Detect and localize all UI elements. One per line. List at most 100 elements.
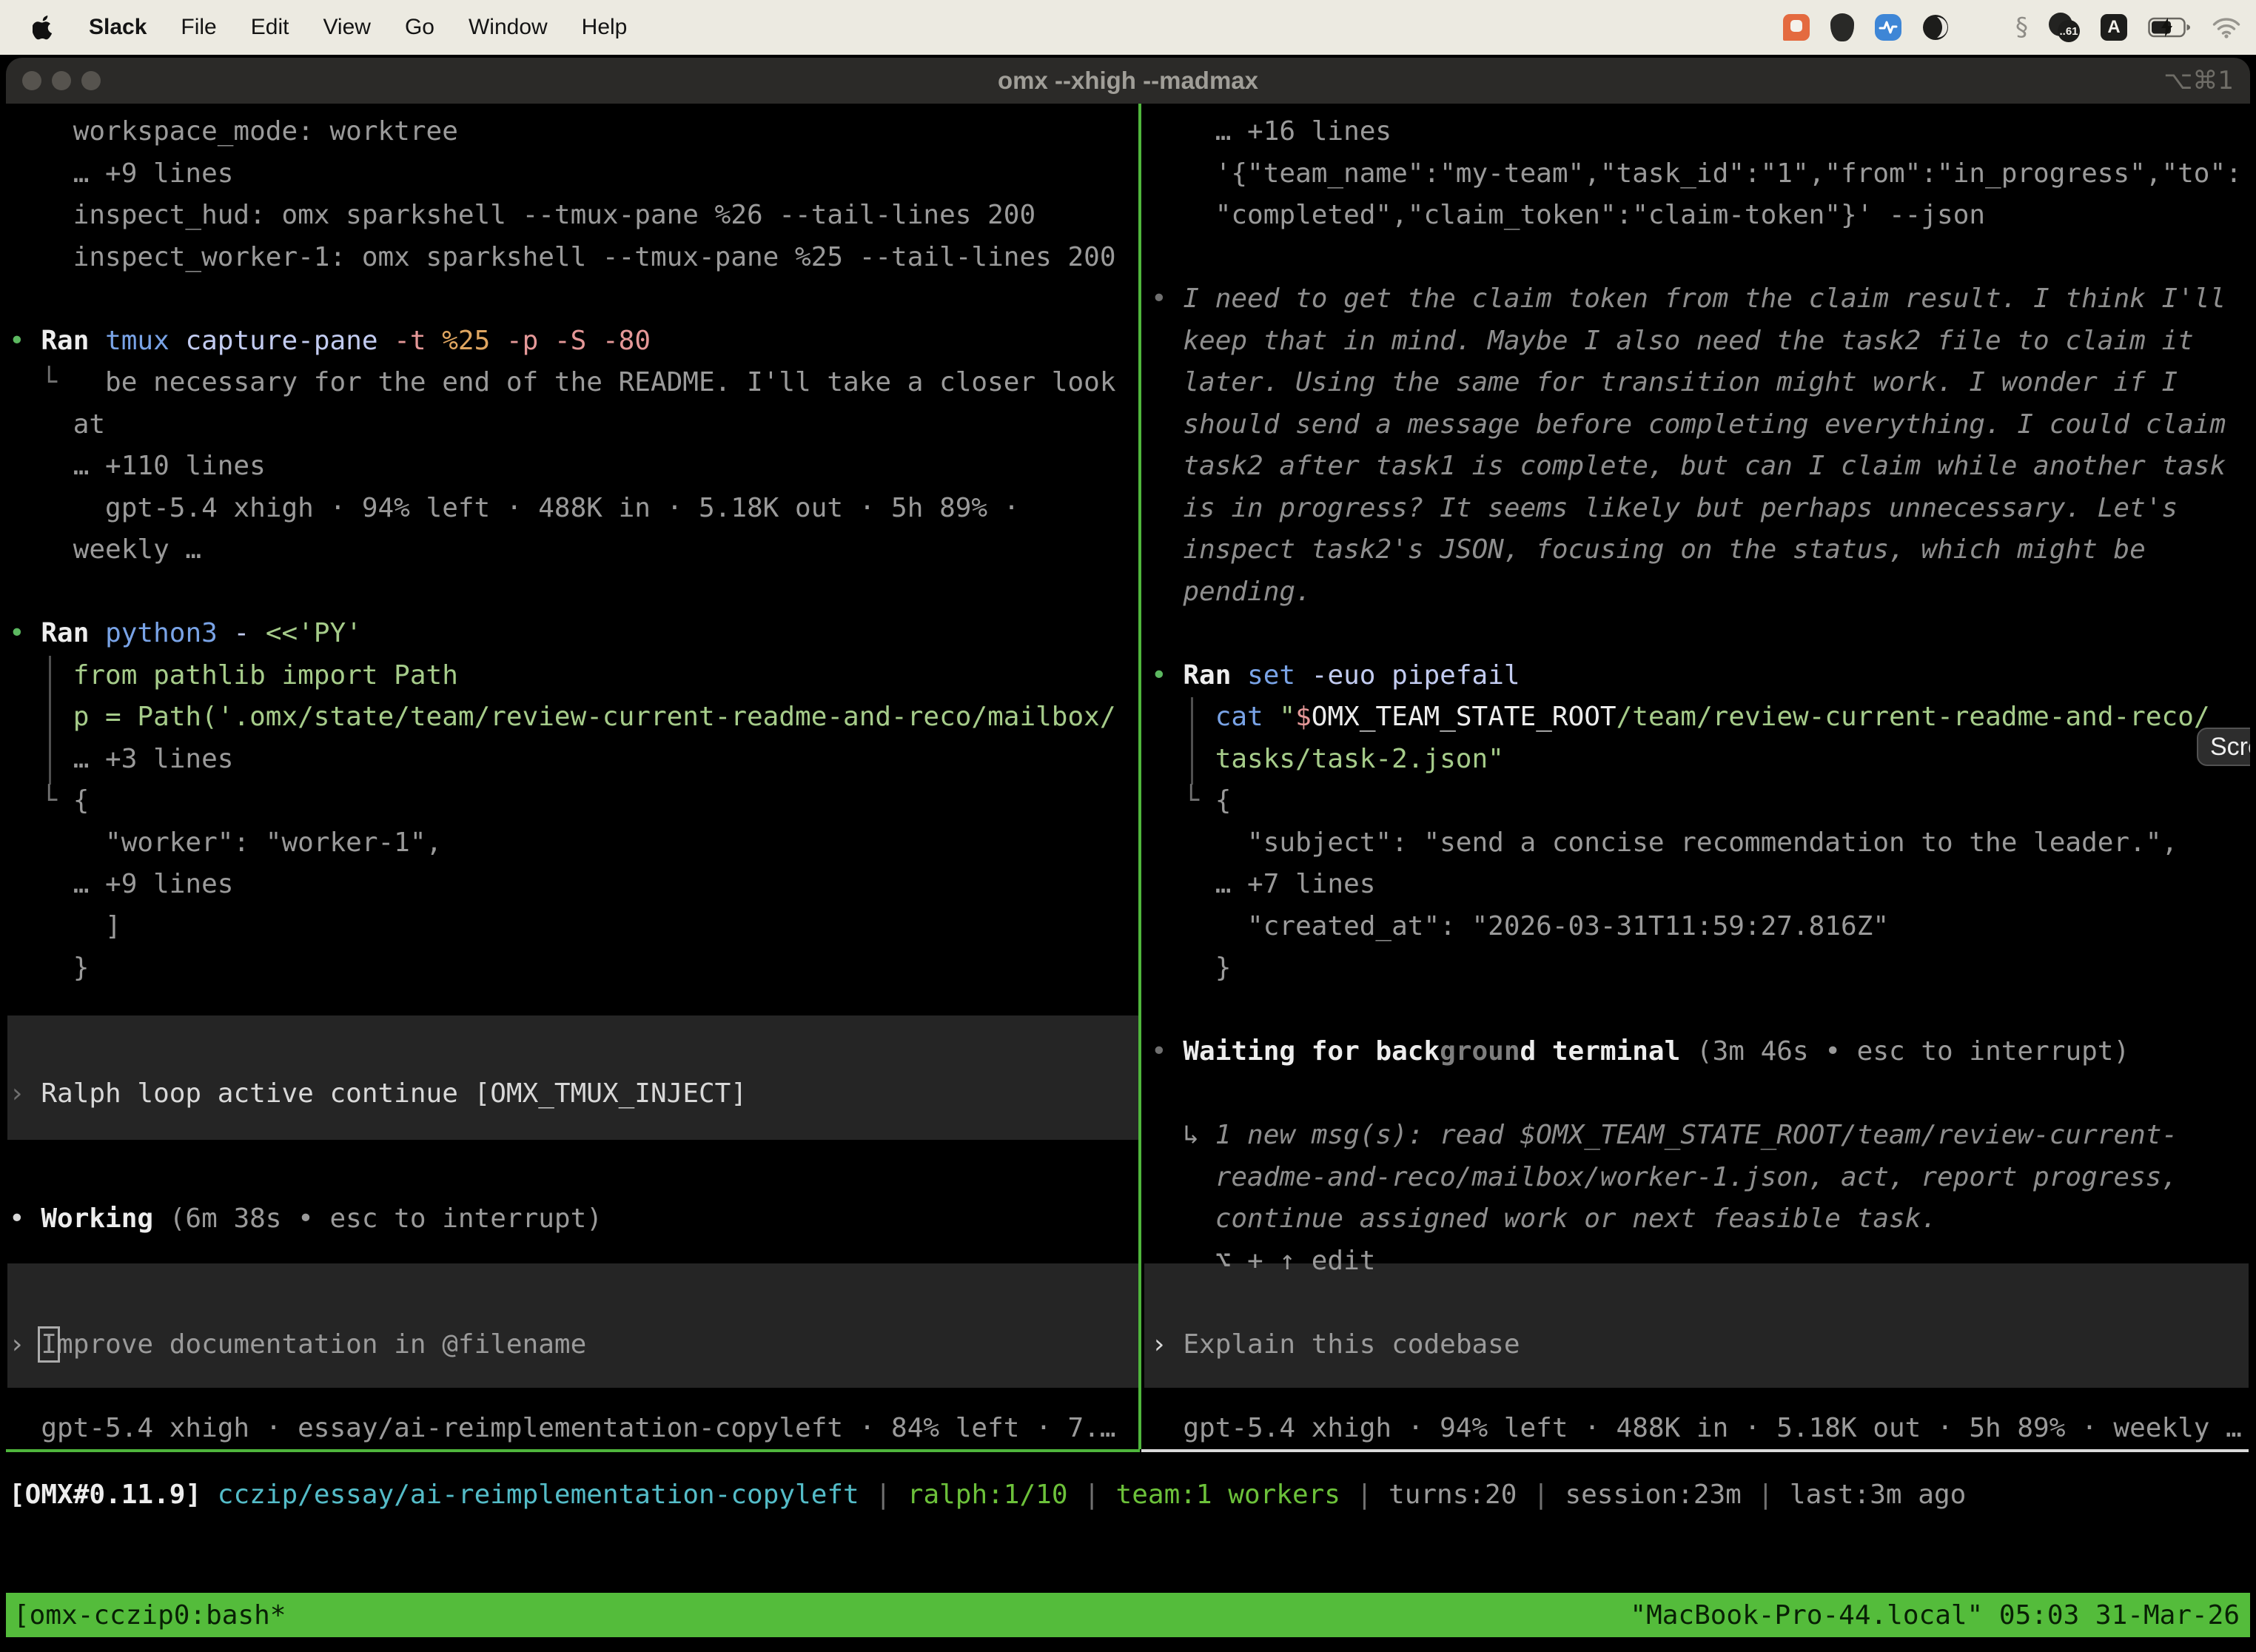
terminal-row: is in progress? It seems likely but perh…	[1151, 488, 2242, 530]
terminal-row: … +110 lines	[9, 446, 1116, 488]
menu-item-go[interactable]: Go	[405, 15, 434, 40]
pane-border-bottom-right	[1141, 1449, 2249, 1452]
terminal-row: • Ran tmux capture-pane -t %25 -p -S -80	[9, 320, 1116, 363]
terminal-row: keep that in mind. Maybe I also need the…	[1151, 320, 2242, 363]
terminal-row: gpt-5.4 xhigh · 94% left · 488K in · 5.1…	[9, 488, 1116, 530]
terminal-row: └ {	[1151, 780, 2242, 822]
menu-item-help[interactable]: Help	[582, 15, 628, 40]
badge-61-icon[interactable]: ..61	[2049, 13, 2080, 42]
terminal-row	[1151, 237, 2242, 279]
terminal-row: › Explain this codebase	[1151, 1324, 2242, 1366]
menu-item-file[interactable]: File	[181, 15, 216, 40]
terminal-row: cat "$OMX_TEAM_STATE_ROOT/team/review-cu…	[1151, 696, 2242, 739]
pane-divider[interactable]	[1138, 104, 1141, 1449]
terminal-row: }	[1151, 947, 2242, 990]
screen-share-overlay[interactable]: Scre	[2197, 728, 2250, 766]
keyboard-input-label: A	[2107, 17, 2120, 38]
terminal-row: task2 after task1 is complete, but can I…	[1151, 446, 2242, 488]
screen: Slack File Edit View Go Window Help § ..61	[0, 0, 2256, 1652]
menu-bar: Slack File Edit View Go Window Help § ..61	[0, 0, 2256, 55]
terminal-row: should send a message before completing …	[1151, 404, 2242, 446]
title-bar: omx --xhigh --madmax ⌥⌘1	[6, 58, 2250, 104]
terminal-row: p = Path('.omx/state/team/review-current…	[9, 696, 1116, 739]
terminal-row: ↳ 1 new msg(s): read $OMX_TEAM_STATE_ROO…	[1151, 1115, 2242, 1157]
terminal-row: pending.	[1151, 571, 2242, 614]
keyboard-input-icon[interactable]: A	[2101, 14, 2127, 41]
terminal-content: workspace_mode: worktree … +9 lines insp…	[6, 104, 2250, 1652]
pulse-app-icon[interactable]	[1875, 14, 1901, 41]
tmux-status-bar[interactable]: [omx-cczip0:bash* "MacBook-Pro-44.local"…	[6, 1593, 2250, 1637]
pane-border-bottom-left	[6, 1449, 1140, 1452]
terminal-row	[9, 1366, 1116, 1408]
terminal-row: └ {	[9, 780, 1116, 822]
terminal-row: gpt-5.4 xhigh · 94% left · 488K in · 5.1…	[1151, 1408, 2242, 1450]
terminal-row: • Ran python3 - <<'PY'	[9, 613, 1116, 655]
terminal-row: inspect_worker-1: omx sparkshell --tmux-…	[9, 237, 1116, 279]
tmux-host-clock: "MacBook-Pro-44.local" 05:03 31-Mar-26	[1630, 1600, 2240, 1631]
pane-left-lines: workspace_mode: worktree … +9 lines insp…	[9, 111, 1116, 1449]
omx-status-line: [OMX#0.11.9] cczip/essay/ai-reimplementa…	[9, 1474, 1966, 1517]
dots-grid-icon[interactable]	[1970, 15, 1995, 40]
tmux-session-label: [omx-cczip0:bash*	[13, 1600, 286, 1631]
terminal-row: ⌥ + ↑ edit	[1151, 1240, 2242, 1283]
terminal-row: continue assigned work or next feasible …	[1151, 1198, 2242, 1240]
terminal-row	[1151, 1073, 2242, 1115]
crescent-app-icon[interactable]	[1922, 14, 1949, 41]
window-shortcut-badge: ⌥⌘1	[2163, 66, 2250, 95]
terminal-row: › Improve documentation in @filename	[9, 1324, 1116, 1366]
s-curve-app-icon[interactable]: §	[2015, 13, 2028, 42]
terminal-row: at	[9, 404, 1116, 446]
terminal-row: … +7 lines	[1151, 864, 2242, 906]
terminal-row	[9, 1282, 1116, 1324]
terminal-row: tasks/task-2.json"	[1151, 739, 2242, 781]
terminal-row: … +16 lines	[1151, 111, 2242, 153]
terminal-row: weekly …	[9, 529, 1116, 571]
terminal-window: omx --xhigh --madmax ⌥⌘1 workspace_mode:…	[6, 58, 2250, 1652]
terminal-row: … +3 lines	[9, 739, 1116, 781]
terminal-row: workspace_mode: worktree	[9, 111, 1116, 153]
terminal-row: inspect_hud: omx sparkshell --tmux-pane …	[9, 195, 1116, 237]
menu-items: Slack File Edit View Go Window Help	[89, 15, 627, 40]
terminal-row	[9, 571, 1116, 614]
terminal-row: "created_at": "2026-03-31T11:59:27.816Z"	[1151, 906, 2242, 948]
terminal-row: … +9 lines	[9, 864, 1116, 906]
shield-grid-icon[interactable]	[1830, 13, 1854, 41]
terminal-row	[1151, 990, 2242, 1032]
pane-right-lines: … +16 lines '{"team_name":"my-team","tas…	[1151, 111, 2242, 1449]
window-title: omx --xhigh --madmax	[6, 67, 2250, 95]
battery-icon[interactable]	[2148, 16, 2191, 38]
terminal-row: • Waiting for background terminal (3m 46…	[1151, 1031, 2242, 1073]
terminal-row: gpt-5.4 xhigh · essay/ai-reimplementatio…	[9, 1408, 1116, 1450]
menu-item-window[interactable]: Window	[469, 15, 548, 40]
menu-status-icons: § ..61 A	[1783, 13, 2256, 42]
terminal-row	[9, 1240, 1116, 1283]
terminal-row	[9, 1157, 1116, 1199]
terminal-row: readme-and-reco/mailbox/worker-1.json, a…	[1151, 1157, 2242, 1199]
terminal-row: • Working (6m 38s • esc to interrupt)	[9, 1198, 1116, 1240]
terminal-row	[9, 990, 1116, 1032]
terminal-row	[9, 1031, 1116, 1073]
menu-item-view[interactable]: View	[323, 15, 370, 40]
terminal-row: }	[9, 947, 1116, 990]
terminal-row: • I need to get the claim token from the…	[1151, 278, 2242, 320]
terminal-row	[9, 1115, 1116, 1157]
terminal-row: "completed","claim_token":"claim-token"}…	[1151, 195, 2242, 237]
terminal-row: later. Using the same for transition mig…	[1151, 362, 2242, 404]
terminal-row: inspect task2's JSON, focusing on the st…	[1151, 529, 2242, 571]
terminal-row: … +9 lines	[9, 153, 1116, 195]
terminal-row: from pathlib import Path	[9, 655, 1116, 697]
terminal-row: [OMX#0.11.9] cczip/essay/ai-reimplementa…	[9, 1474, 1966, 1517]
terminal-row	[9, 278, 1116, 320]
terminal-row	[1151, 1282, 2242, 1324]
terminal-row: ]	[9, 906, 1116, 948]
terminal-row: "subject": "send a concise recommendatio…	[1151, 822, 2242, 864]
menu-item-edit[interactable]: Edit	[251, 15, 289, 40]
terminal-row: • Ran set -euo pipefail	[1151, 655, 2242, 697]
apple-menu-icon[interactable]	[33, 15, 55, 40]
terminal-row	[1151, 613, 2242, 655]
menu-item-slack[interactable]: Slack	[89, 15, 147, 40]
wifi-icon[interactable]	[2212, 16, 2241, 38]
terminal-row: '{"team_name":"my-team","task_id":"1","f…	[1151, 153, 2242, 195]
terminal-row: "worker": "worker-1",	[9, 822, 1116, 864]
screenshot-app-icon[interactable]	[1783, 14, 1810, 41]
